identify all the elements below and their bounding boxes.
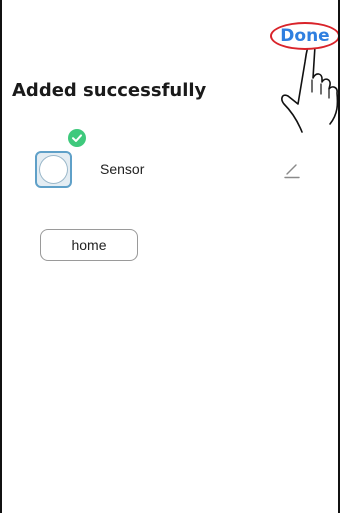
sensor-dot xyxy=(40,156,67,183)
sensor-icon xyxy=(35,151,72,188)
page-title: Added successfully xyxy=(12,80,207,101)
app-screen: Done Added successfully Sensor home xyxy=(0,0,340,513)
done-button[interactable]: Done xyxy=(270,22,338,50)
check-circle-icon xyxy=(68,129,86,147)
pencil-icon[interactable] xyxy=(284,161,300,179)
room-chip-home[interactable]: home xyxy=(40,229,138,261)
device-name: Sensor xyxy=(100,161,145,177)
